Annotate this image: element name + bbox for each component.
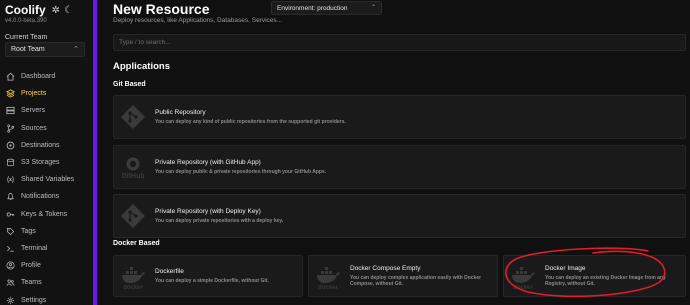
environment-select[interactable]: Environment: production ⌃ (271, 1, 382, 15)
sidebar-item-keys-tokens[interactable]: Keys & Tokens (0, 206, 93, 223)
app-version: v4.0.0-beta.390 (5, 18, 47, 24)
sidebar-item-label: Settings (21, 296, 47, 304)
git-based-heading: Git Based (113, 81, 146, 88)
sidebar-item-projects[interactable]: Projects (0, 85, 93, 102)
sidebar-item-label: S3 Storages (21, 159, 60, 167)
logo-row: Coolify ✲ ☾ (5, 3, 73, 17)
card-docker-image[interactable]: docker Docker Image You can deploy an ex… (503, 255, 686, 297)
sidebar-item-label: Terminal (21, 244, 48, 252)
card-description: You can deploy private repositories with… (155, 217, 284, 224)
sidebar-item-teams[interactable]: Teams (0, 274, 93, 291)
sidebar-item-tags[interactable]: Tags (0, 223, 93, 240)
destination-icon (6, 141, 15, 150)
git-branch-icon (6, 124, 15, 133)
database-icon (6, 158, 15, 167)
environment-select-value: Environment: production (277, 4, 348, 12)
card-title: Docker Image (545, 264, 586, 272)
sidebar-item-label: Tags (21, 227, 36, 235)
card-title: Dockerfile (155, 267, 184, 275)
layers-icon (6, 89, 15, 98)
card-title: Private Repository (with GitHub App) (155, 158, 261, 166)
sidebar-item-notifications[interactable]: Notifications (0, 188, 93, 205)
chevron-updown-icon: ⌃ (73, 46, 79, 53)
sidebar-item-s3-storages[interactable]: S3 Storages (0, 154, 93, 171)
sidebar-item-destinations[interactable]: Destinations (0, 137, 93, 154)
card-docker-compose-empty[interactable]: docker Docker Compose Empty You can depl… (308, 255, 498, 297)
bell-icon (6, 192, 15, 201)
sidebar-item-label: Profile (21, 262, 41, 270)
sidebar-item-label: Shared Variables (21, 176, 75, 184)
docker-icon: docker (509, 262, 537, 290)
sidebar: Coolify ✲ ☾ v4.0.0-beta.390 Current Team… (0, 0, 93, 305)
svg-text:GitHub: GitHub (121, 173, 144, 180)
gear-icon[interactable]: ✲ (52, 5, 60, 16)
search-input[interactable] (113, 34, 686, 51)
main-content: New Resource Environment: production ⌃ D… (97, 0, 690, 305)
sidebar-item-label: Keys & Tokens (21, 210, 68, 218)
card-description: You can deploy an existing Docker Image … (545, 274, 666, 287)
app-title: Coolify (5, 3, 46, 17)
docker-logo-text: docker (123, 285, 143, 290)
card-title: Public Repository (155, 108, 206, 116)
sidebar-item-label: Servers (21, 107, 46, 115)
settings-icon (6, 296, 15, 305)
sidebar-item-label: Dashboard (21, 73, 56, 81)
card-description: You can deploy complex application easil… (350, 274, 482, 287)
page-title: New Resource (113, 1, 210, 17)
card-description: You can deploy any kind of public reposi… (155, 118, 346, 125)
sidebar-item-label: Notifications (21, 193, 60, 201)
docker-icon: docker (119, 262, 147, 290)
card-title: Private Repository (with Deploy Key) (155, 207, 261, 215)
tag-icon (6, 227, 15, 236)
github-icon: GitHub (119, 153, 147, 181)
team-label: Current Team (5, 34, 48, 41)
card-title: Docker Compose Empty (350, 264, 421, 272)
docker-logo-text: docker (513, 285, 533, 290)
user-icon (6, 261, 15, 270)
docker-based-heading: Docker Based (113, 240, 160, 247)
sidebar-item-label: Sources (21, 124, 47, 132)
card-dockerfile[interactable]: docker Dockerfile You can deploy a simpl… (113, 255, 303, 297)
chevron-updown-icon: ⌃ (370, 5, 376, 11)
applications-heading: Applications (113, 61, 171, 72)
team-select[interactable]: Root Team ⌃ (5, 42, 85, 57)
docker-logo-text: docker (318, 285, 338, 290)
card-description: You can deploy a simple Dockerfile, with… (155, 277, 269, 284)
team-select-value: Root Team (11, 46, 45, 53)
moon-icon[interactable]: ☾ (64, 5, 73, 16)
sidebar-item-terminal[interactable]: Terminal (0, 240, 93, 257)
git-icon (119, 103, 147, 131)
server-icon (6, 106, 15, 115)
page-subtitle: Deploy resources, like Applications, Dat… (113, 17, 283, 24)
card-public-repository[interactable]: Public Repository You can deploy any kin… (113, 95, 686, 139)
card-private-repository-github-app[interactable]: GitHub Private Repository (with GitHub A… (113, 145, 686, 189)
card-private-repository-deploy-key[interactable]: Private Repository (with Deploy Key) You… (113, 194, 686, 238)
variable-icon (6, 175, 15, 184)
card-description: You can deploy public & private reposito… (155, 168, 327, 175)
sidebar-item-profile[interactable]: Profile (0, 257, 93, 274)
sidebar-item-shared-variables[interactable]: Shared Variables (0, 171, 93, 188)
sidebar-item-settings[interactable]: Settings (0, 291, 93, 305)
docker-icon: docker (314, 262, 342, 290)
users-icon (6, 278, 15, 287)
terminal-icon (6, 244, 15, 253)
sidebar-item-label: Projects (21, 90, 47, 98)
sidebar-item-label: Destinations (21, 141, 60, 149)
sidebar-nav: Dashboard Projects Servers Sources Desti… (0, 68, 93, 305)
sidebar-item-servers[interactable]: Servers (0, 102, 93, 119)
key-icon (6, 210, 15, 219)
home-icon (6, 72, 15, 81)
git-icon (119, 202, 147, 230)
sidebar-item-label: Teams (21, 279, 42, 287)
sidebar-item-dashboard[interactable]: Dashboard (0, 68, 93, 85)
sidebar-item-sources[interactable]: Sources (0, 120, 93, 137)
